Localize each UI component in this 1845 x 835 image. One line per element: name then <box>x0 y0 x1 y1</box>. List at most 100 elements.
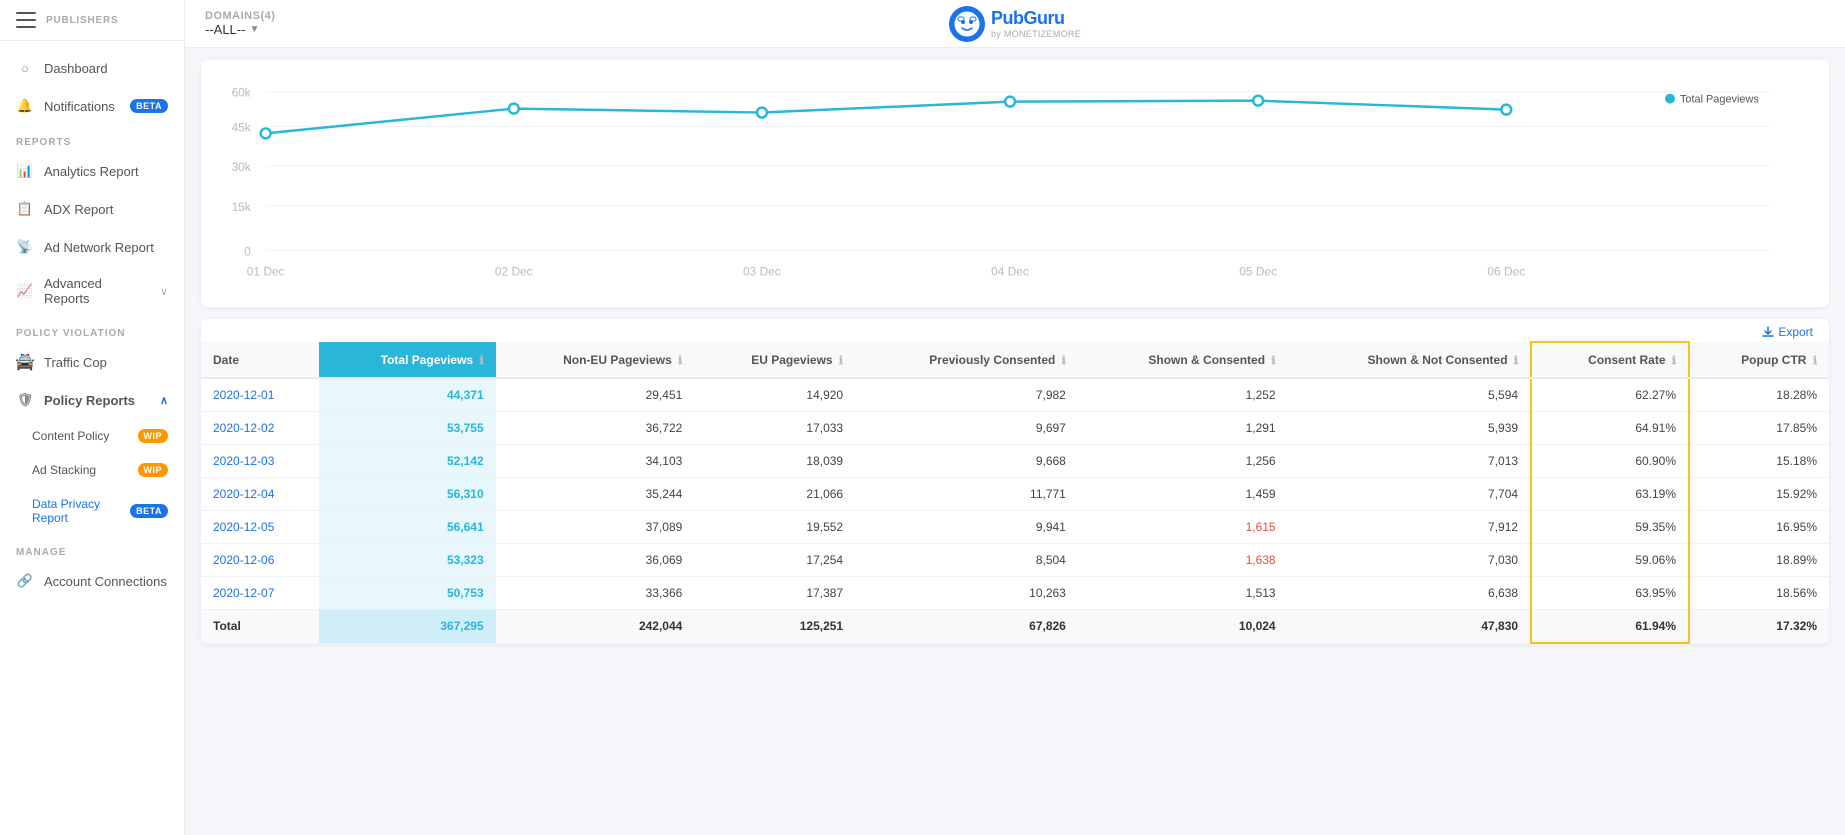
topbar: DOMAINS(4) --ALL-- ▼ PubGuru by MONETI <box>185 0 1845 48</box>
svg-text:05 Dec: 05 Dec <box>1239 264 1277 278</box>
sidebar-item-adstacking[interactable]: Ad Stacking WIP <box>0 453 184 487</box>
cell-prev_consented: 9,941 <box>855 511 1078 544</box>
svg-text:03 Dec: 03 Dec <box>743 264 781 278</box>
col-total-pageviews-label: Total Pageviews <box>381 353 473 367</box>
cell-eu: 21,066 <box>694 478 855 511</box>
sidebar-label-account: Account Connections <box>44 574 168 589</box>
sidebar-item-adnetwork[interactable]: 📡 Ad Network Report <box>0 228 184 266</box>
cell-date: 2020-12-06 <box>201 544 319 577</box>
sidebar-item-contentpolicy[interactable]: Content Policy WIP <box>0 419 184 453</box>
col-shown-not-consented: Shown & Not Consented ℹ <box>1288 342 1531 378</box>
domains-info: DOMAINS(4) --ALL-- ▼ <box>205 10 275 37</box>
total-pageviews-info-icon: ℹ <box>479 355 483 367</box>
cell-date: 2020-12-05 <box>201 511 319 544</box>
cell-prev_consented: 7,982 <box>855 378 1078 412</box>
cell-eu: 14,920 <box>694 378 855 412</box>
sidebar-item-dashboard[interactable]: ○ Dashboard <box>0 49 184 87</box>
account-icon: 🔗 <box>16 572 34 590</box>
col-total-pageviews[interactable]: Total Pageviews ℹ <box>319 342 495 378</box>
cell-shown_not_consented: 7,704 <box>1288 478 1531 511</box>
policy-section-label: POLICY VIOLATION <box>0 316 184 343</box>
cell-consent_rate: 62.27% <box>1531 378 1689 412</box>
domains-select[interactable]: --ALL-- ▼ <box>205 22 275 37</box>
hamburger-menu[interactable] <box>16 12 36 28</box>
cell-total_pageviews: 53,323 <box>319 544 495 577</box>
cell-popup_ctr: 15.92% <box>1689 478 1829 511</box>
table-row: 2020-12-0144,37129,45114,9207,9821,2525,… <box>201 378 1829 412</box>
cell-eu: 19,552 <box>694 511 855 544</box>
table-row: 2020-12-0750,75333,36617,38710,2631,5136… <box>201 577 1829 610</box>
cell-shown_not_consented: 5,939 <box>1288 412 1531 445</box>
sidebar-item-trafficcop[interactable]: 🚔 Traffic Cop <box>0 343 184 381</box>
cell-non_eu: 35,244 <box>496 478 695 511</box>
pageviews-chart: 60k 45k 30k 15k 0 <box>221 76 1809 296</box>
eu-info-icon: ℹ <box>839 355 843 367</box>
cell-prev_consented: 9,668 <box>855 445 1078 478</box>
non-eu-info-icon: ℹ <box>678 355 682 367</box>
svg-text:15k: 15k <box>232 200 251 214</box>
domains-label: DOMAINS(4) <box>205 10 275 22</box>
export-button[interactable]: Export <box>1762 325 1813 339</box>
table-container: Export Date Total Pageviews ℹ Non-EU Pag… <box>201 319 1829 644</box>
cell-eu: 17,254 <box>694 544 855 577</box>
cell-prev_consented: 11,771 <box>855 478 1078 511</box>
cell-non_eu: 36,069 <box>496 544 695 577</box>
total-cell-consent_rate: 61.94% <box>1531 610 1689 644</box>
svg-text:0: 0 <box>244 244 251 258</box>
pubguru-byline: by MONETIZEMORE <box>991 29 1081 39</box>
total-row: Total367,295242,044125,25167,82610,02447… <box>201 610 1829 644</box>
sidebar-nav: ○ Dashboard 🔔 Notifications BETA REPORTS… <box>0 41 184 608</box>
total-cell-prev_consented: 67,826 <box>855 610 1078 644</box>
total-cell-shown_consented: 10,024 <box>1078 610 1288 644</box>
sidebar-label-advanced: Advanced Reports <box>44 276 150 306</box>
pubguru-logo: PubGuru by MONETIZEMORE <box>949 6 1081 42</box>
sidebar-label-adstacking: Ad Stacking <box>32 463 128 477</box>
pubguru-mascot-icon <box>949 6 985 42</box>
cell-consent_rate: 64.91% <box>1531 412 1689 445</box>
svg-text:02 Dec: 02 Dec <box>495 264 533 278</box>
cell-prev_consented: 8,504 <box>855 544 1078 577</box>
sidebar-header: PUBLISHERS <box>0 0 184 41</box>
sidebar-label-adx: ADX Report <box>44 202 168 217</box>
cell-consent_rate: 63.19% <box>1531 478 1689 511</box>
sidebar-item-notifications[interactable]: 🔔 Notifications BETA <box>0 87 184 125</box>
cell-total_pageviews: 52,142 <box>319 445 495 478</box>
col-prev-consented-label: Previously Consented <box>929 353 1055 367</box>
sidebar-item-policyreports[interactable]: 🛡 Policy Reports ∧ <box>0 381 184 419</box>
col-non-eu: Non-EU Pageviews ℹ <box>496 342 695 378</box>
cell-consent_rate: 59.35% <box>1531 511 1689 544</box>
cell-shown_consented: 1,513 <box>1078 577 1288 610</box>
policyreports-chevron: ∧ <box>160 394 168 407</box>
cell-shown_not_consented: 7,013 <box>1288 445 1531 478</box>
col-shown-consented-label: Shown & Consented <box>1148 353 1265 367</box>
adnetwork-icon: 📡 <box>16 238 34 256</box>
cell-total_pageviews: 56,641 <box>319 511 495 544</box>
svg-text:60k: 60k <box>232 86 251 100</box>
adx-icon: 📋 <box>16 200 34 218</box>
sidebar-item-adx[interactable]: 📋 ADX Report <box>0 190 184 228</box>
svg-text:01 Dec: 01 Dec <box>247 264 285 278</box>
sidebar: PUBLISHERS ○ Dashboard 🔔 Notifications B… <box>0 0 185 835</box>
sidebar-label-policyreports: Policy Reports <box>44 393 150 408</box>
sidebar-item-advanced[interactable]: 📈 Advanced Reports ∨ <box>0 266 184 316</box>
svg-text:06 Dec: 06 Dec <box>1487 264 1525 278</box>
sidebar-item-dataprivacy[interactable]: Data Privacy Report BETA <box>0 487 184 535</box>
total-cell-popup_ctr: 17.32% <box>1689 610 1829 644</box>
cell-non_eu: 36,722 <box>496 412 695 445</box>
col-date: Date <box>201 342 319 378</box>
col-shown-consented: Shown & Consented ℹ <box>1078 342 1288 378</box>
cell-date: 2020-12-01 <box>201 378 319 412</box>
sidebar-item-analytics[interactable]: 📊 Analytics Report <box>0 152 184 190</box>
cell-shown_not_consented: 5,594 <box>1288 378 1531 412</box>
col-eu: EU Pageviews ℹ <box>694 342 855 378</box>
adstacking-badge: WIP <box>138 463 169 477</box>
total-cell-shown_not_consented: 47,830 <box>1288 610 1531 644</box>
policy-reports-icon: 🛡 <box>16 391 34 409</box>
col-popup-ctr-label: Popup CTR <box>1741 353 1806 367</box>
consent-rate-info-icon: ℹ <box>1672 355 1676 367</box>
cell-shown_not_consented: 7,912 <box>1288 511 1531 544</box>
dataprivacy-badge: BETA <box>130 504 168 518</box>
sidebar-item-account[interactable]: 🔗 Account Connections <box>0 562 184 600</box>
cell-date: 2020-12-02 <box>201 412 319 445</box>
col-shown-not-consented-label: Shown & Not Consented <box>1368 353 1508 367</box>
